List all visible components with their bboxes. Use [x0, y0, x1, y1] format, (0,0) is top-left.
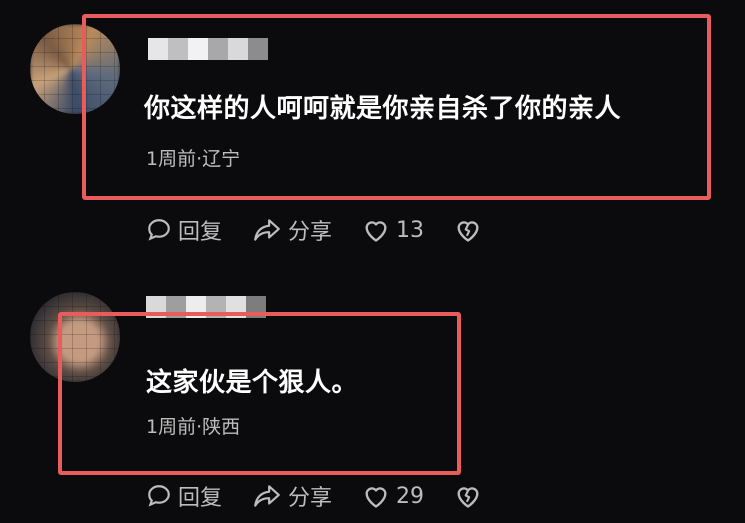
broken-heart-icon [457, 221, 479, 242]
share-label: 分享 [288, 220, 333, 245]
share-button[interactable]: 分享 [252, 480, 332, 512]
share-icon [254, 485, 280, 507]
reply-button[interactable]: 回复 [146, 214, 222, 246]
comment-item: 这家伙是个狠人。 1周前·陕西 回复 分享 29 [0, 262, 745, 523]
comment-icon [148, 485, 170, 507]
like-count: 13 [396, 217, 425, 243]
share-button[interactable]: 分享 [252, 214, 332, 246]
comment-text: 这家伙是个狠人。 [146, 368, 359, 398]
broken-heart-icon [457, 487, 479, 508]
reply-button[interactable]: 回复 [146, 480, 222, 512]
comment-item: 你这样的人呵呵就是你亲自杀了你的亲人 1周前·辽宁 回复 分享 13 [0, 0, 745, 262]
comment-meta: 1周前·陕西 [146, 416, 241, 438]
dislike-button[interactable] [454, 217, 488, 243]
reply-label: 回复 [178, 486, 223, 511]
like-button[interactable]: 29 [362, 483, 424, 509]
share-icon [254, 219, 280, 241]
comment-text: 你这样的人呵呵就是你亲自杀了你的亲人 [144, 94, 622, 124]
comment-icon [148, 219, 170, 241]
dislike-button[interactable] [454, 483, 488, 509]
action-bar: 回复 分享 13 [146, 214, 488, 246]
share-label: 分享 [288, 486, 333, 511]
like-count: 29 [396, 483, 425, 509]
comment-meta: 1周前·辽宁 [146, 148, 241, 170]
action-bar: 回复 分享 29 [146, 480, 488, 512]
heart-icon [365, 221, 387, 242]
heart-icon [365, 487, 387, 508]
like-button[interactable]: 13 [362, 217, 424, 243]
reply-label: 回复 [178, 220, 223, 245]
